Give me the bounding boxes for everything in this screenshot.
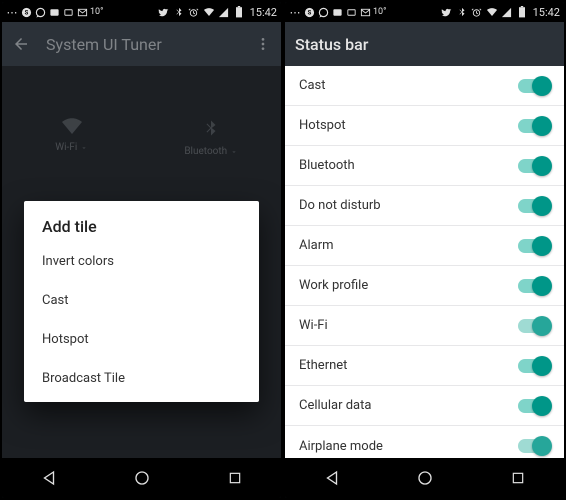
row-label: Hotspot bbox=[299, 118, 346, 133]
row-cellular-data[interactable]: Cellular data bbox=[285, 386, 564, 426]
nav-recent[interactable] bbox=[224, 467, 246, 489]
row-ethernet[interactable]: Ethernet bbox=[285, 346, 564, 386]
qs-tiles-row: Wi-Fi Bluetooth bbox=[2, 66, 281, 157]
phone-right: ⋯ S 10° 15:42 Status bar bbox=[285, 2, 564, 498]
wifi-icon bbox=[60, 116, 84, 136]
whatsapp-icon bbox=[317, 6, 329, 18]
row-alarm[interactable]: Alarm bbox=[285, 226, 564, 266]
back-button[interactable] bbox=[12, 35, 30, 53]
content-area: Wi-Fi Bluetooth Add tile Add tile Invert… bbox=[2, 66, 281, 458]
status-right: 15:42 bbox=[158, 6, 277, 19]
nav-home[interactable] bbox=[131, 467, 153, 489]
toggle[interactable] bbox=[518, 359, 550, 373]
toggle[interactable] bbox=[518, 279, 550, 293]
row-label: Wi-Fi bbox=[299, 318, 328, 333]
row-label: Alarm bbox=[299, 238, 334, 253]
row-do-not-disturb[interactable]: Do not disturb bbox=[285, 186, 564, 226]
appbar-title: System UI Tuner bbox=[46, 35, 162, 54]
row-airplane-mode[interactable]: Airplane mode bbox=[285, 426, 564, 458]
content-area: Cast Hotspot Bluetooth Do not disturb Al… bbox=[285, 66, 564, 458]
row-cast[interactable]: Cast bbox=[285, 66, 564, 106]
status-left: ⋯ S 10° bbox=[289, 6, 386, 18]
app-bar: Status bar bbox=[285, 22, 564, 66]
nav-back[interactable] bbox=[38, 467, 60, 489]
twitter-icon bbox=[158, 6, 170, 18]
status-right: 15:42 bbox=[441, 6, 560, 19]
toggle[interactable] bbox=[518, 159, 550, 173]
temp-icon: 10° bbox=[90, 6, 103, 18]
phone-left: ⋯ S 10° bbox=[2, 2, 281, 498]
row-work-profile[interactable]: Work profile bbox=[285, 266, 564, 306]
overflow-menu[interactable] bbox=[255, 36, 271, 52]
svg-text:S: S bbox=[24, 9, 28, 16]
nav-bar bbox=[2, 458, 281, 498]
app-bar: System UI Tuner bbox=[2, 22, 281, 66]
bluetooth-icon bbox=[456, 6, 468, 18]
inbox-icon bbox=[331, 6, 343, 18]
dialog-item-cast[interactable]: Cast bbox=[24, 281, 259, 320]
qs-wifi-label: Wi-Fi bbox=[55, 142, 77, 153]
nav-recent[interactable] bbox=[507, 467, 529, 489]
battery-icon bbox=[233, 6, 245, 18]
wifi-icon bbox=[486, 6, 498, 18]
row-label: Work profile bbox=[299, 278, 368, 293]
battery-icon bbox=[516, 6, 528, 18]
add-tile-dialog: Add tile Invert colors Cast Hotspot Broa… bbox=[24, 201, 259, 402]
row-bluetooth[interactable]: Bluetooth bbox=[285, 146, 564, 186]
clock: 15:42 bbox=[533, 6, 560, 19]
signal-icon bbox=[218, 6, 230, 18]
bluetooth-icon bbox=[202, 116, 220, 140]
gmail-icon bbox=[76, 6, 88, 18]
dialog-item-invert-colors[interactable]: Invert colors bbox=[24, 242, 259, 281]
dots-icon: ⋯ bbox=[6, 6, 18, 18]
wifi-icon bbox=[203, 6, 215, 18]
svg-text:S: S bbox=[307, 9, 311, 16]
inbox-icon bbox=[48, 6, 60, 18]
clock: 15:42 bbox=[250, 6, 277, 19]
status-bar: ⋯ S 10° bbox=[2, 2, 281, 22]
qs-tile-wifi[interactable]: Wi-Fi bbox=[32, 116, 112, 157]
row-label: Ethernet bbox=[299, 358, 347, 373]
row-hotspot[interactable]: Hotspot bbox=[285, 106, 564, 146]
toggle[interactable] bbox=[518, 79, 550, 93]
alarm-icon bbox=[471, 6, 483, 18]
bluetooth-icon bbox=[173, 6, 185, 18]
toggle[interactable] bbox=[518, 319, 550, 333]
qs-bt-label: Bluetooth bbox=[184, 146, 227, 157]
alarm-icon bbox=[188, 6, 200, 18]
toggle[interactable] bbox=[518, 119, 550, 133]
card-icon bbox=[62, 6, 74, 18]
toggle[interactable] bbox=[518, 199, 550, 213]
nav-bar bbox=[285, 458, 564, 498]
toggle[interactable] bbox=[518, 439, 550, 453]
status-left: ⋯ S 10° bbox=[6, 6, 103, 18]
row-wifi[interactable]: Wi-Fi bbox=[285, 306, 564, 346]
twitter-icon bbox=[441, 6, 453, 18]
dialog-title: Add tile bbox=[24, 217, 259, 242]
qs-tile-bluetooth[interactable]: Bluetooth bbox=[171, 116, 251, 157]
row-label: Airplane mode bbox=[299, 439, 383, 454]
gmail-icon bbox=[359, 6, 371, 18]
dots-icon: ⋯ bbox=[289, 6, 301, 18]
dialog-item-broadcast-tile[interactable]: Broadcast Tile bbox=[24, 359, 259, 398]
row-label: Do not disturb bbox=[299, 198, 381, 213]
temp-icon: 10° bbox=[373, 6, 386, 18]
nav-back[interactable] bbox=[321, 467, 343, 489]
signal-icon bbox=[501, 6, 513, 18]
row-label: Cast bbox=[299, 78, 326, 93]
appbar-title: Status bar bbox=[295, 35, 368, 54]
toggle[interactable] bbox=[518, 239, 550, 253]
card-icon bbox=[345, 6, 357, 18]
row-label: Cellular data bbox=[299, 398, 371, 413]
toggle[interactable] bbox=[518, 399, 550, 413]
whatsapp-icon bbox=[34, 6, 46, 18]
settings-list: Cast Hotspot Bluetooth Do not disturb Al… bbox=[285, 66, 564, 458]
dialog-item-hotspot[interactable]: Hotspot bbox=[24, 320, 259, 359]
status-bar: ⋯ S 10° 15:42 bbox=[285, 2, 564, 22]
nav-home[interactable] bbox=[414, 467, 436, 489]
skype-icon: S bbox=[303, 6, 315, 18]
skype-icon: S bbox=[20, 6, 32, 18]
row-label: Bluetooth bbox=[299, 158, 355, 173]
